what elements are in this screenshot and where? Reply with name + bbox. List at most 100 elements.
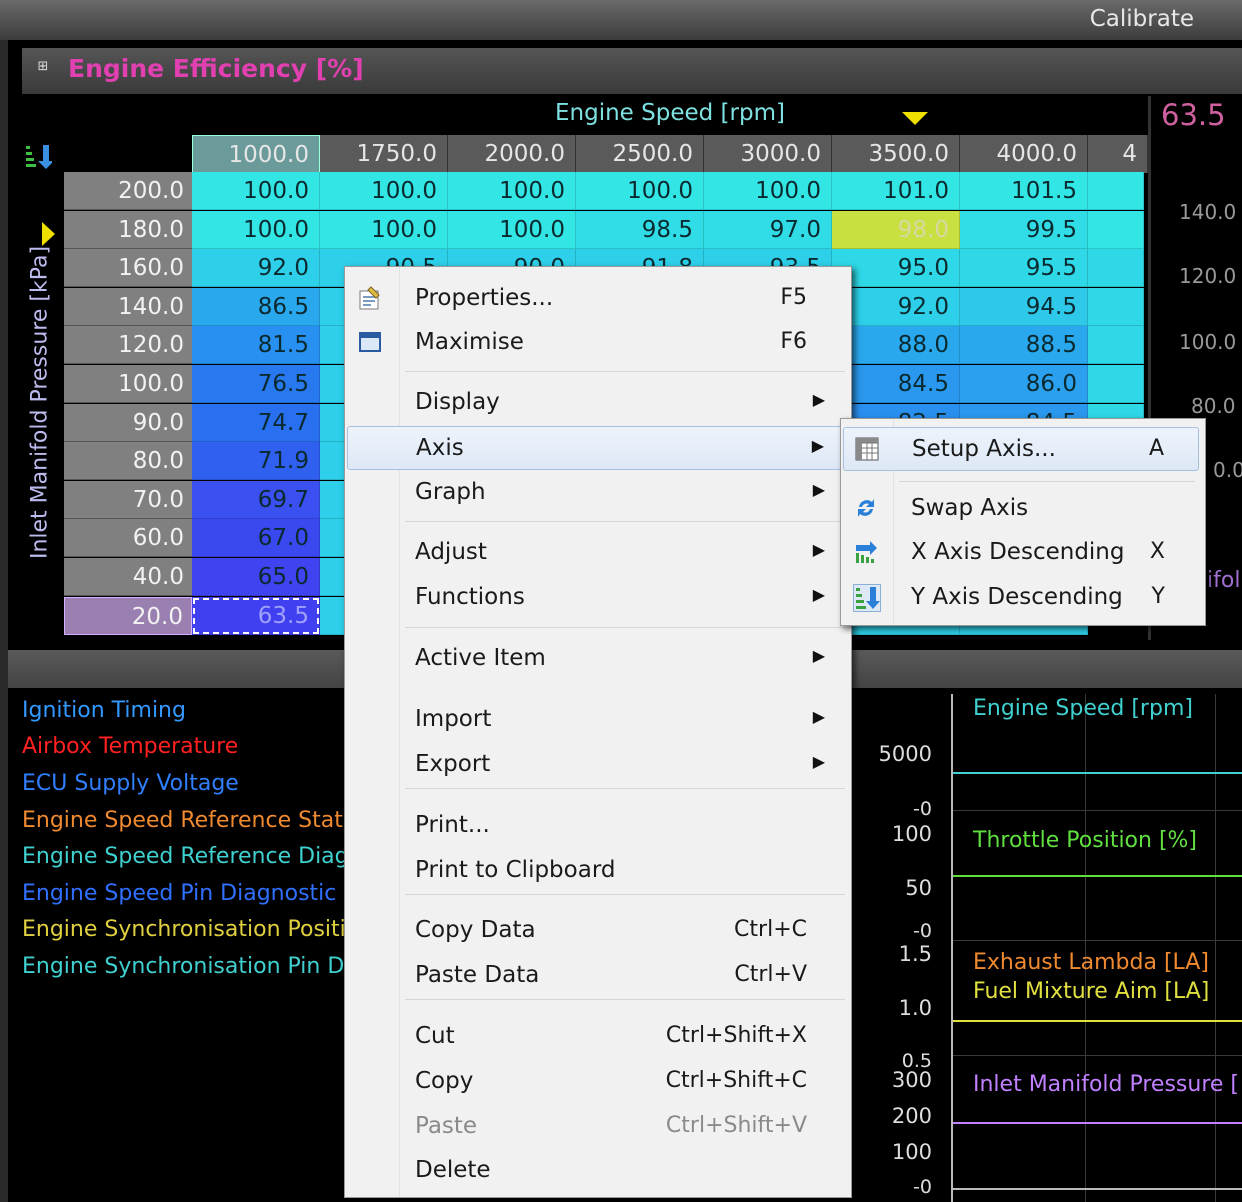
table-cell[interactable]: 65.0 (192, 558, 320, 596)
plot-tick: 50 (905, 876, 932, 900)
table-cell[interactable] (1088, 287, 1144, 326)
column-header[interactable]: 3500.0 (832, 135, 960, 173)
menu-item-import[interactable]: Import ▶ (347, 698, 847, 742)
table-cell[interactable]: 100.0 (320, 172, 448, 210)
table-cell[interactable]: 99.5 (960, 210, 1088, 249)
column-header[interactable]: 4000.0 (960, 135, 1088, 173)
channel-airbox-temperature[interactable]: Airbox Temperature (22, 734, 238, 759)
table-cell[interactable]: 100.0 (192, 210, 320, 249)
channel-engine-speed-pin-diagnostic[interactable]: Engine Speed Pin Diagnostic (22, 881, 336, 906)
menu-item-functions[interactable]: Functions ▶ (347, 576, 847, 620)
menu-item-print[interactable]: Print... (347, 804, 847, 848)
menu-item-label: Cut (415, 1023, 455, 1049)
submenu-item-x-axis-descending[interactable]: X Axis Descending X (843, 531, 1199, 575)
y-descending-indicator-icon[interactable] (24, 142, 54, 170)
table-cell[interactable]: 98.5 (576, 210, 704, 249)
menu-item-cut[interactable]: Cut Ctrl+Shift+X (347, 1015, 847, 1059)
menu-item-axis[interactable]: Axis ▶ (347, 426, 847, 470)
table-cell[interactable]: 101.5 (960, 172, 1088, 210)
channel-ignition-timing[interactable]: Ignition Timing (22, 698, 186, 723)
channel-engine-sync-pin[interactable]: Engine Synchronisation Pin Di (22, 954, 350, 979)
table-cell[interactable]: 92.0 (192, 249, 320, 288)
table-cell[interactable]: 98.0 (832, 210, 960, 249)
channel-engine-sync-position[interactable]: Engine Synchronisation Positic (22, 917, 358, 942)
setup-axis-icon (854, 436, 880, 462)
menu-item-delete[interactable]: Delete (347, 1149, 847, 1193)
x-axis-label: Engine Speed [rpm] (555, 100, 785, 126)
table-cell[interactable]: 74.7 (192, 403, 320, 442)
menu-item-display[interactable]: Display ▶ (347, 381, 847, 425)
menu-item-label: Active Item (415, 645, 546, 671)
channel-engine-speed-reference-stat[interactable]: Engine Speed Reference Stat (22, 808, 343, 833)
menu-item-properties[interactable]: Properties... F5 (347, 277, 847, 321)
table-cell[interactable]: 100.0 (704, 172, 832, 210)
row-header[interactable]: 90.0 (64, 403, 192, 442)
row-header[interactable]: 60.0 (64, 519, 192, 558)
menu-item-adjust[interactable]: Adjust ▶ (347, 531, 847, 575)
table-cell[interactable]: 88.5 (960, 326, 1088, 365)
column-header[interactable]: 4 (1088, 135, 1148, 173)
row-header[interactable]: 100.0 (64, 365, 192, 403)
table-cell[interactable]: 81.5 (192, 326, 320, 365)
menu-item-label: Import (415, 706, 492, 732)
submenu-item-y-axis-descending[interactable]: Y Axis Descending Y (843, 576, 1199, 620)
row-header[interactable]: 140.0 (64, 287, 192, 326)
column-header[interactable]: 1750.0 (320, 135, 448, 173)
table-cell[interactable] (1088, 210, 1144, 249)
table-cell[interactable]: 100.0 (448, 172, 576, 210)
submenu-arrow-icon: ▶ (812, 480, 825, 499)
table-cell[interactable]: 100.0 (448, 210, 576, 249)
table-cell[interactable]: 97.0 (704, 210, 832, 249)
table-cell[interactable]: 71.9 (192, 442, 320, 481)
submenu-item-swap-axis[interactable]: Swap Axis (843, 487, 1199, 531)
column-header[interactable]: 1000.0 (192, 135, 320, 173)
swap-axis-icon (853, 495, 879, 521)
column-header[interactable]: 2500.0 (576, 135, 704, 173)
row-header[interactable]: 180.0 (64, 210, 192, 249)
row-header[interactable]: 70.0 (64, 480, 192, 519)
table-cell[interactable]: 69.7 (192, 480, 320, 519)
row-header[interactable]: 40.0 (64, 558, 192, 596)
table-cell[interactable] (1088, 365, 1144, 403)
submenu-item-label: Swap Axis (911, 495, 1029, 521)
column-header[interactable]: 3000.0 (704, 135, 832, 173)
channel-ecu-supply-voltage[interactable]: ECU Supply Voltage (22, 771, 239, 796)
submenu-item-setup-axis[interactable]: Setup Axis... A (843, 427, 1199, 471)
menu-item-maximise[interactable]: Maximise F6 (347, 321, 847, 365)
table-cell[interactable]: 86.5 (192, 287, 320, 326)
table-cell[interactable]: 101.0 (832, 172, 960, 210)
channel-engine-speed-reference-diag[interactable]: Engine Speed Reference Diag (22, 844, 349, 869)
menu-item-graph[interactable]: Graph ▶ (347, 471, 847, 515)
submenu-arrow-icon: ▶ (812, 707, 825, 726)
submenu-arrow-icon: ▶ (812, 646, 825, 665)
table-cell[interactable]: 100.0 (320, 210, 448, 249)
row-header[interactable]: 120.0 (64, 326, 192, 365)
menu-separator (899, 481, 1195, 482)
y-axis-label: Inlet Manifold Pressure [kPa] (27, 245, 53, 560)
table-cell[interactable]: 76.5 (192, 365, 320, 403)
menu-item-copy-data[interactable]: Copy Data Ctrl+C (347, 909, 847, 953)
table-cell[interactable]: 86.0 (960, 365, 1088, 403)
table-cell[interactable] (1088, 172, 1144, 210)
table-cell[interactable]: 100.0 (192, 172, 320, 210)
row-header[interactable]: 80.0 (64, 442, 192, 481)
menu-item-paste-data[interactable]: Paste Data Ctrl+V (347, 954, 847, 998)
expand-icon[interactable]: ⊞ (36, 60, 50, 74)
menu-item-copy[interactable]: Copy Ctrl+Shift+C (347, 1060, 847, 1104)
table-cell[interactable]: 94.5 (960, 287, 1088, 326)
table-cell[interactable]: 100.0 (576, 172, 704, 210)
menu-item-print-to-clipboard[interactable]: Print to Clipboard (347, 849, 847, 893)
table-cell[interactable]: 67.0 (192, 519, 320, 558)
menu-separator (405, 894, 845, 895)
row-header[interactable]: 20.0 (64, 596, 192, 635)
menu-item-export[interactable]: Export ▶ (347, 743, 847, 787)
column-header[interactable]: 2000.0 (448, 135, 576, 173)
row-header[interactable]: 160.0 (64, 249, 192, 288)
menu-item-active-item[interactable]: Active Item ▶ (347, 637, 847, 681)
table-cell[interactable] (1088, 326, 1144, 365)
table-cell[interactable] (1088, 249, 1144, 288)
submenu-arrow-icon: ▶ (812, 585, 825, 604)
table-cell[interactable]: 63.5 (192, 596, 320, 635)
table-cell[interactable]: 95.5 (960, 249, 1088, 288)
row-header[interactable]: 200.0 (64, 172, 192, 210)
